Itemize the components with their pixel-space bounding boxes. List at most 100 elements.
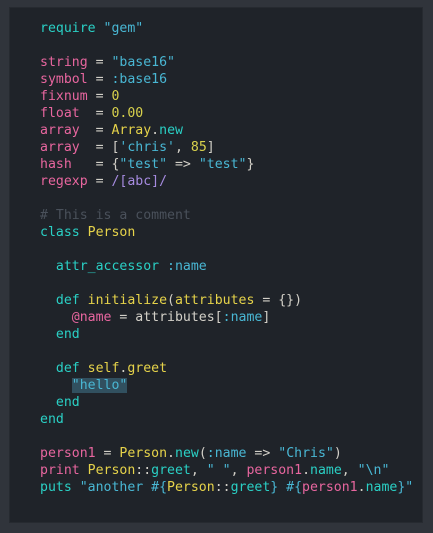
code-token: attr_accessor <box>40 259 168 274</box>
code-token: = attributes[ <box>111 310 223 325</box>
code-token: = <box>87 72 112 87</box>
code-token: = <box>87 89 112 104</box>
code-token: ] <box>262 310 271 325</box>
code-token: /[abc]/ <box>111 174 168 189</box>
code-token: 'chris' <box>119 140 175 155</box>
code-token: ) <box>333 446 342 461</box>
code-token: def <box>40 361 88 376</box>
code-token: = <box>79 123 112 138</box>
code-token: :name <box>222 310 263 325</box>
code-token: greet <box>230 480 271 495</box>
code-token: , <box>190 463 207 478</box>
code-token: person1 <box>40 446 96 461</box>
selected-code-token: "hello" <box>71 378 128 393</box>
code-line: array = ['chris', 85] <box>40 139 413 156</box>
code-line: array = Array.new <box>40 122 413 139</box>
code-token: Person <box>167 480 215 495</box>
code-token: end <box>40 327 80 342</box>
code-token: class <box>40 225 88 240</box>
code-token: "Chris" <box>278 446 334 461</box>
code-text-area[interactable]: require "gem" string = "base16" symbol = … <box>40 20 413 496</box>
code-line: hash = {"test" => "test"} <box>40 156 413 173</box>
code-line: def initialize(attributes = {}) <box>40 292 413 309</box>
code-token: Person <box>87 225 136 240</box>
code-token: . <box>167 446 175 461</box>
code-line: attr_accessor :name <box>40 258 413 275</box>
code-line: "hello" <box>40 377 413 394</box>
code-token: "another #{ <box>79 480 168 495</box>
code-editor[interactable]: require "gem" string = "base16" symbol = … <box>10 8 422 522</box>
code-token: => <box>167 157 199 172</box>
code-line: require "gem" <box>40 20 413 37</box>
code-token: regexp <box>40 174 88 189</box>
code-token: greet <box>151 463 191 478</box>
code-line: string = "base16" <box>40 54 413 71</box>
code-token: new <box>159 123 183 138</box>
code-token: ( <box>198 446 207 461</box>
code-token: . <box>357 480 366 495</box>
code-line: float = 0.00 <box>40 105 413 122</box>
code-token: , <box>341 463 358 478</box>
code-token: , <box>174 140 191 155</box>
code-token: array <box>40 123 80 138</box>
code-token: :name <box>206 446 247 461</box>
code-line: symbol = :base16 <box>40 71 413 88</box>
code-token: print <box>40 463 88 478</box>
code-token: 85 <box>190 140 207 155</box>
code-token: ] <box>206 140 215 155</box>
code-line: regexp = /[abc]/ <box>40 173 413 190</box>
code-token: Array <box>111 123 152 138</box>
code-line: puts "another #{Person::greet} #{person1… <box>40 479 413 496</box>
code-token: }" <box>397 480 414 495</box>
code-token: float <box>40 106 80 121</box>
code-token: initialize <box>87 293 168 308</box>
code-token: fixnum <box>40 89 88 104</box>
code-token: ( <box>167 293 175 308</box>
code-token: person1 <box>302 480 358 495</box>
code-token: = <box>87 55 112 70</box>
code-token: self <box>87 361 120 376</box>
code-token: # This is a comment <box>40 208 191 223</box>
code-token: hash <box>40 157 72 172</box>
code-line: end <box>40 326 413 343</box>
code-token: => <box>246 446 279 461</box>
code-token: "test" <box>198 157 247 172</box>
code-token: person1 <box>246 463 303 478</box>
code-token: :base16 <box>111 72 168 87</box>
code-line: end <box>40 411 413 428</box>
code-line: @name = attributes[:name] <box>40 309 413 326</box>
code-line: person1 = Person.new(:name => "Chris") <box>40 445 413 462</box>
code-token: puts <box>40 480 80 495</box>
code-token: end <box>40 395 80 410</box>
code-token: } <box>246 157 255 172</box>
code-token: . <box>151 123 160 138</box>
code-token: Person <box>87 463 136 478</box>
code-token: "base16" <box>111 55 175 70</box>
code-token: 0.00 <box>111 106 144 121</box>
code-token: "gem" <box>103 21 144 36</box>
code-token: = <box>95 446 120 461</box>
code-line: print Person::greet, " ", person1.name, … <box>40 462 413 479</box>
code-line: end <box>40 394 413 411</box>
code-token: string <box>40 55 88 70</box>
code-token: "test" <box>119 157 168 172</box>
code-token: end <box>40 412 64 427</box>
code-token: name <box>365 480 398 495</box>
code-line: def self.greet <box>40 360 413 377</box>
code-line: class Person <box>40 224 413 241</box>
code-token: 0 <box>111 89 120 104</box>
code-line: fixnum = 0 <box>40 88 413 105</box>
code-line: # This is a comment <box>40 207 413 224</box>
code-token: greet <box>127 361 168 376</box>
code-token: = {}) <box>254 293 303 308</box>
code-token: require <box>40 21 104 36</box>
code-token: . <box>302 463 311 478</box>
code-token: :: <box>135 463 152 478</box>
code-token: = <box>87 174 112 189</box>
code-token: new <box>175 446 199 461</box>
